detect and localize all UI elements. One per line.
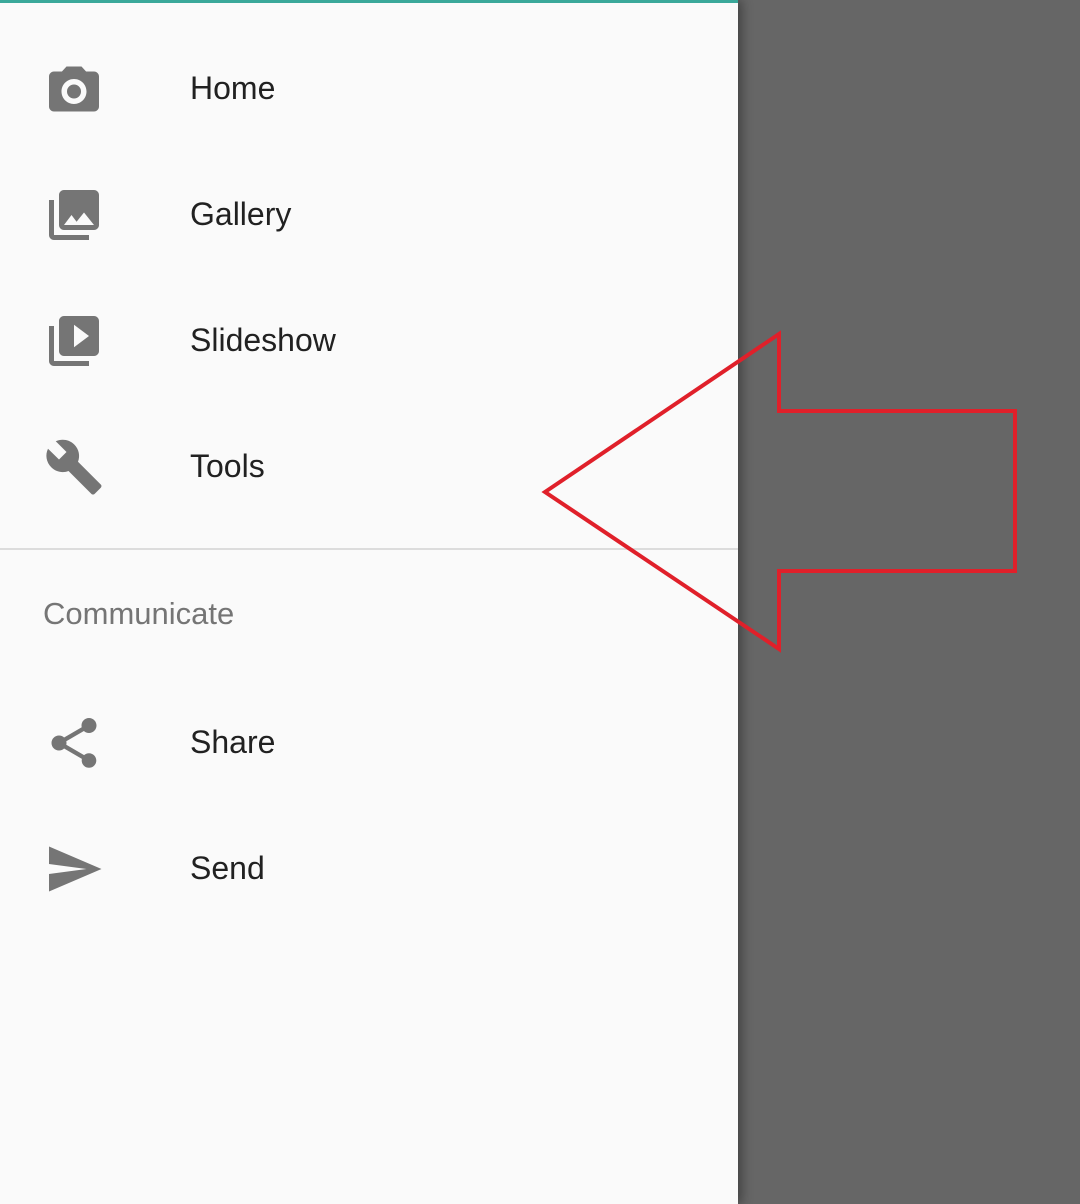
share-icon — [44, 713, 104, 773]
nav-item-label: Gallery — [190, 196, 292, 232]
nav-item-label: Send — [190, 850, 265, 886]
nav-item-send[interactable]: Send — [0, 805, 738, 931]
section-header: Communicate — [43, 596, 235, 631]
nav-item-label: Share — [190, 724, 276, 760]
send-icon — [44, 839, 104, 899]
screen: Home Gallery Slideshow Tools Communicate — [0, 0, 1080, 1204]
nav-item-label: Slideshow — [190, 322, 336, 358]
slideshow-icon — [44, 311, 104, 371]
drawer-scrim[interactable] — [738, 0, 1080, 1204]
nav-item-gallery[interactable]: Gallery — [0, 151, 738, 277]
nav-item-share[interactable]: Share — [0, 679, 738, 805]
gallery-icon — [44, 185, 104, 245]
navigation-drawer: Home Gallery Slideshow Tools Communicate — [0, 0, 738, 1204]
nav-item-home[interactable]: Home — [0, 25, 738, 151]
nav-item-label: Tools — [190, 448, 265, 484]
divider — [0, 548, 738, 550]
wrench-icon — [44, 437, 104, 497]
nav-item-slideshow[interactable]: Slideshow — [0, 277, 738, 403]
top-accent-bar — [0, 0, 738, 3]
nav-item-label: Home — [190, 70, 276, 106]
nav-item-tools[interactable]: Tools — [0, 403, 738, 529]
camera-icon — [44, 59, 104, 119]
